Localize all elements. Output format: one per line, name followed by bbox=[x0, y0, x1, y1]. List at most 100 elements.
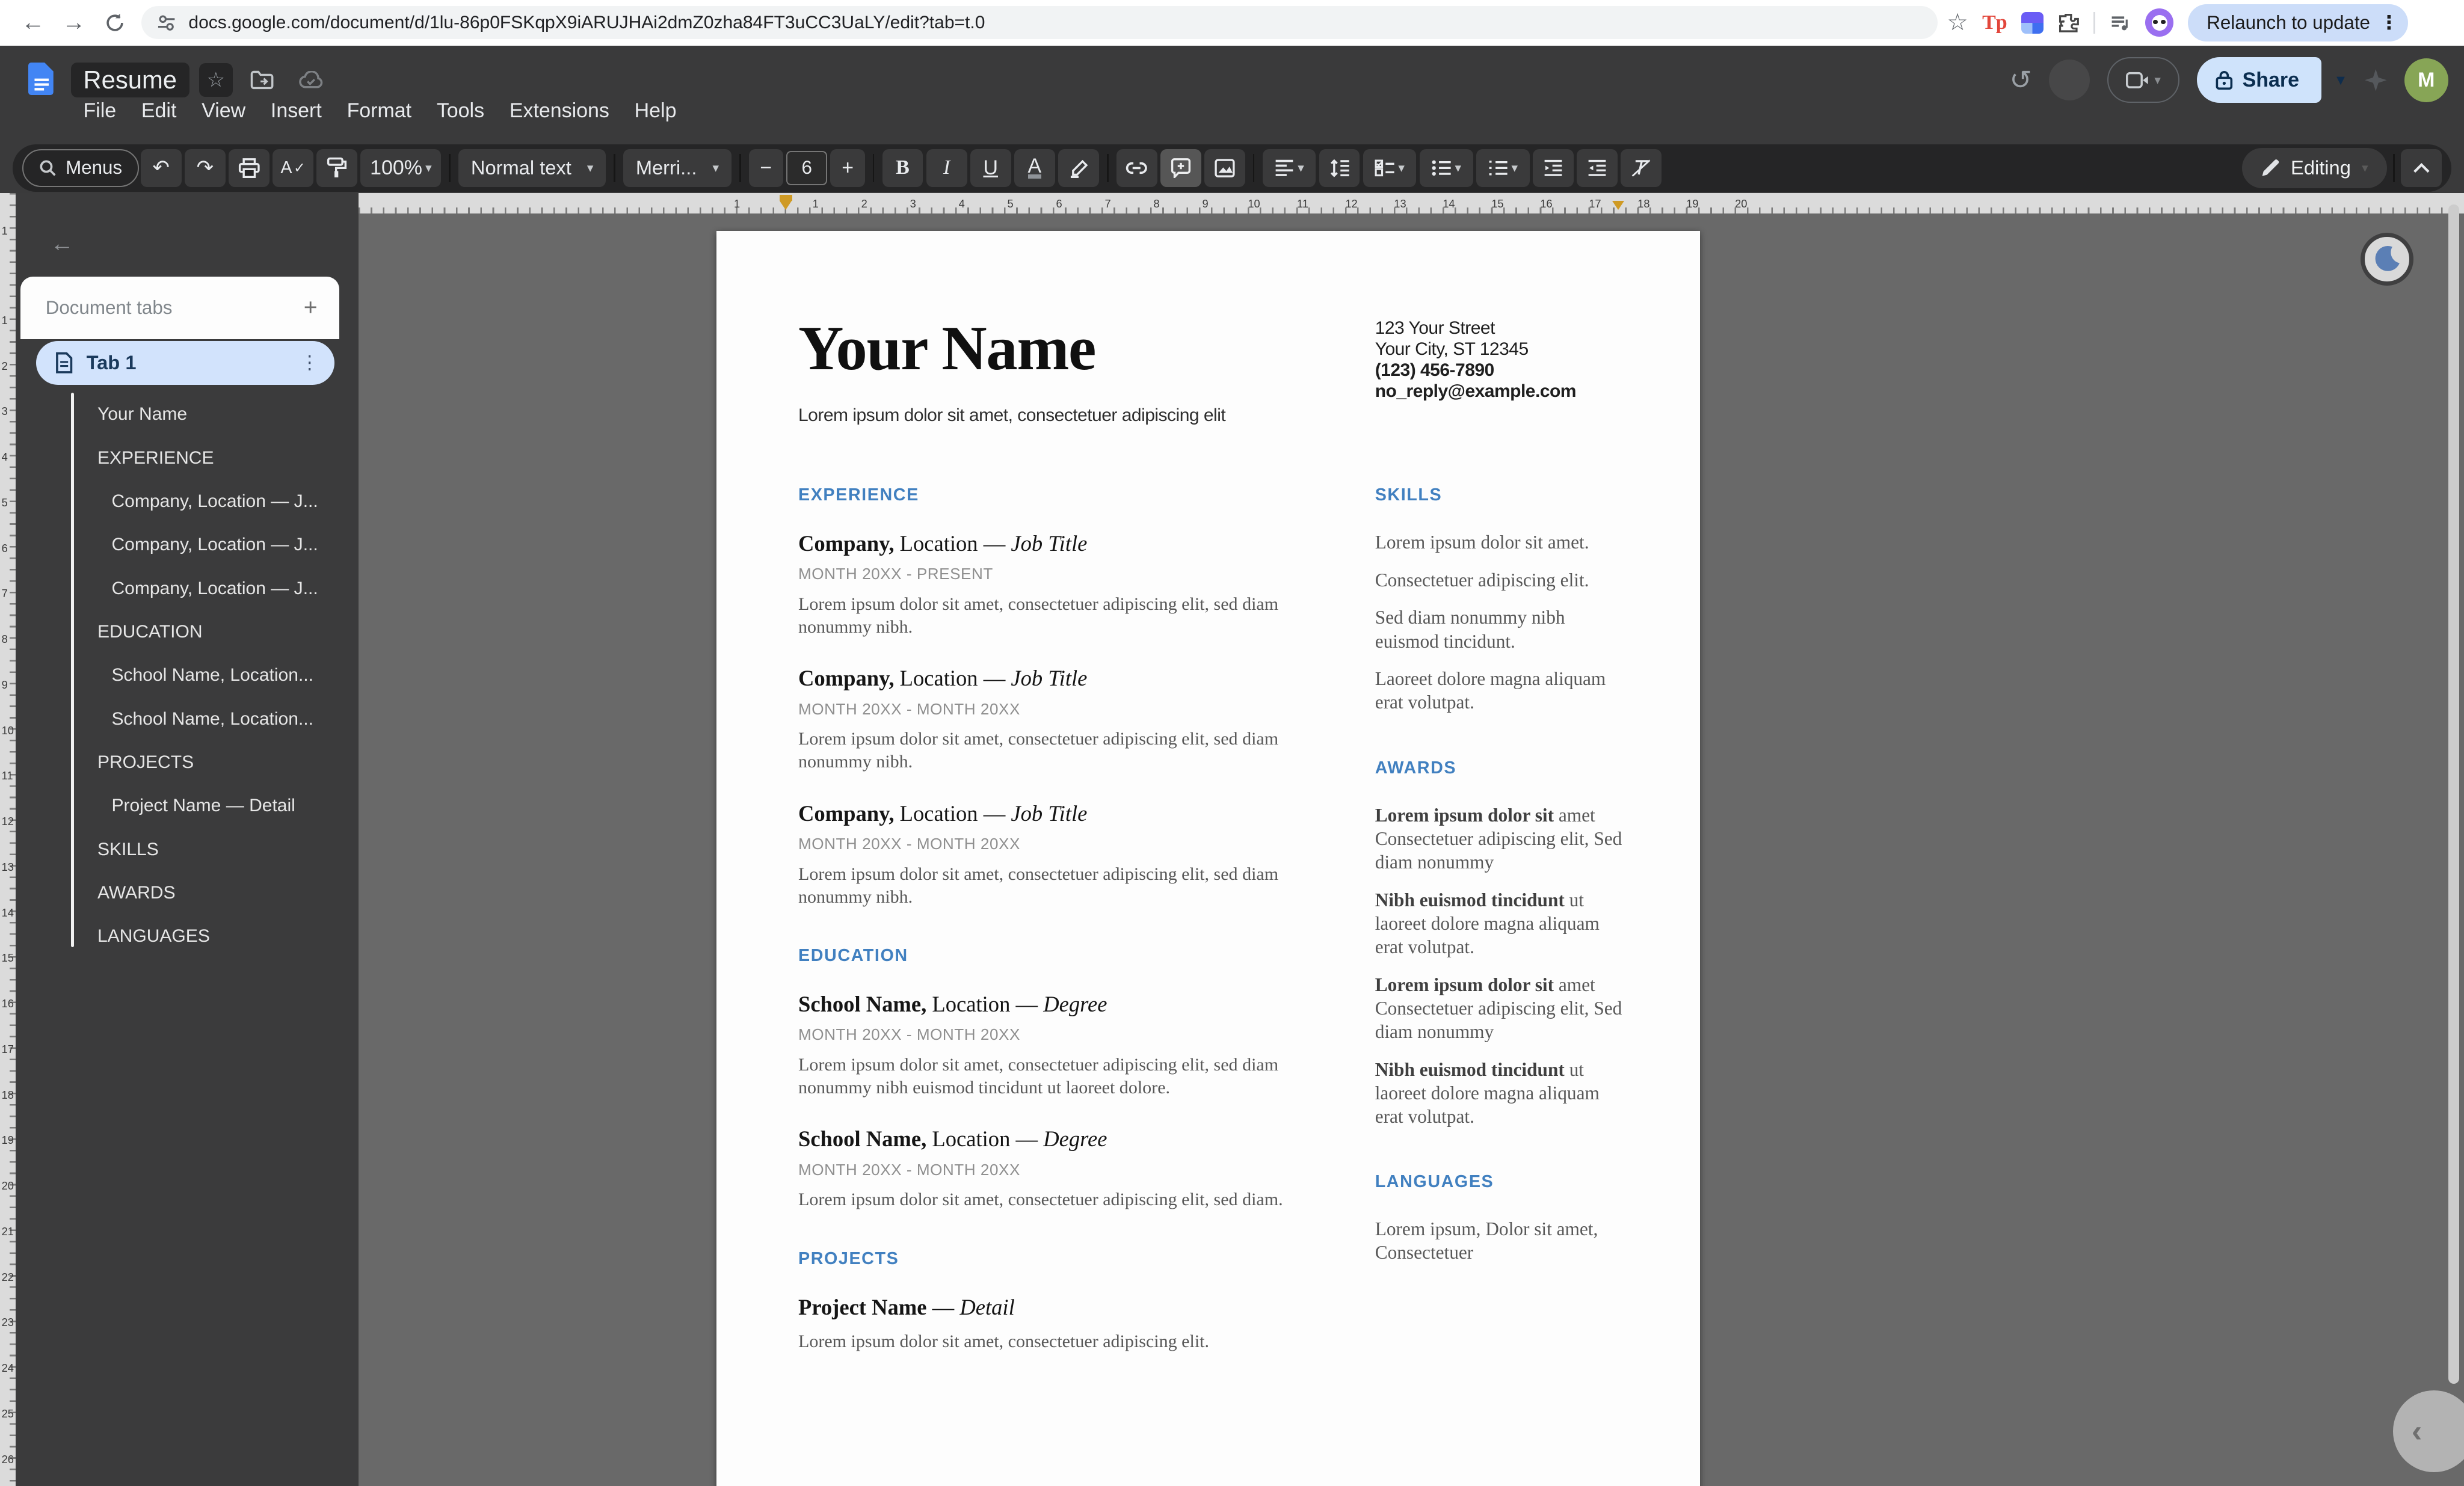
add-comment-button[interactable] bbox=[1160, 149, 1201, 187]
print-button[interactable] bbox=[229, 149, 270, 187]
document-tabs-panel-header: Document tabs + bbox=[20, 277, 339, 339]
entry-body: Lorem ipsum dolor sit amet, consectetuer… bbox=[798, 728, 1298, 773]
paragraph-style-select[interactable]: Normal text▾ bbox=[458, 149, 606, 187]
vertical-scrollbar-thumb[interactable] bbox=[2448, 204, 2459, 1384]
job-title: Job Title bbox=[1011, 801, 1087, 826]
clear-formatting-button[interactable] bbox=[1621, 149, 1662, 187]
bulleted-list-button[interactable]: ▾ bbox=[1420, 149, 1473, 187]
outline-item[interactable]: School Name, Location... bbox=[97, 654, 352, 697]
tab-1-item[interactable]: Tab 1 ⋮ bbox=[36, 341, 334, 385]
font-family-select[interactable]: Merri...▾ bbox=[623, 149, 732, 187]
menu-help[interactable]: Help bbox=[623, 96, 687, 125]
add-tab-button[interactable]: + bbox=[304, 295, 318, 321]
underline-button[interactable]: U bbox=[970, 149, 1011, 187]
increase-indent-button[interactable] bbox=[1577, 149, 1618, 187]
outline-item[interactable]: EXPERIENCE bbox=[97, 436, 352, 479]
horizontal-ruler[interactable]: 11234567891011121314151617181920 bbox=[359, 193, 2464, 213]
browser-reload-button[interactable] bbox=[94, 2, 135, 43]
star-document-icon[interactable]: ☆ bbox=[199, 63, 233, 97]
italic-button[interactable]: I bbox=[926, 149, 967, 187]
bookmark-star-icon[interactable]: ☆ bbox=[1947, 9, 1968, 36]
move-to-folder-icon[interactable] bbox=[242, 65, 282, 95]
gemini-sparkle-icon[interactable] bbox=[2365, 69, 2387, 91]
education-entry: School Name, Location — Degree MONTH 20X… bbox=[798, 991, 1298, 1099]
font-size-input[interactable]: 6 bbox=[786, 151, 827, 185]
outline-item[interactable]: School Name, Location... bbox=[97, 697, 352, 740]
text-color-button[interactable]: A bbox=[1014, 149, 1055, 187]
address-bar[interactable]: docs.google.com/document/d/1lu-86p0FSKqp… bbox=[141, 6, 1938, 39]
menu-view[interactable]: View bbox=[191, 96, 257, 125]
highlight-color-button[interactable] bbox=[1058, 149, 1099, 187]
menu-insert[interactable]: Insert bbox=[260, 96, 333, 125]
right-indent-marker[interactable] bbox=[1612, 201, 1624, 210]
decrease-font-size-button[interactable]: − bbox=[749, 149, 783, 187]
account-avatar[interactable]: M bbox=[2404, 58, 2448, 102]
dark-mode-toggle-button[interactable] bbox=[2361, 233, 2414, 286]
tp-extension-icon[interactable]: Tp bbox=[1982, 11, 2007, 34]
title-separator: — bbox=[978, 531, 1011, 556]
version-history-icon[interactable]: ↺ bbox=[2009, 65, 2031, 96]
extensions-puzzle-icon[interactable] bbox=[2057, 12, 2080, 34]
align-button[interactable]: ▾ bbox=[1263, 149, 1316, 187]
relaunch-to-update-button[interactable]: Relaunch to update ⋮ bbox=[2188, 4, 2408, 42]
share-dropdown-caret-icon[interactable]: ▼ bbox=[2333, 72, 2347, 88]
document-title[interactable]: Resume bbox=[71, 63, 189, 97]
outline-item[interactable]: Company, Location — J... bbox=[97, 523, 352, 566]
award-lead: Lorem ipsum dolor sit bbox=[1375, 805, 1554, 826]
browser-menu-kebab-icon[interactable]: ⋮ bbox=[2380, 12, 2398, 34]
entry-dates: MONTH 20XX - MONTH 20XX bbox=[798, 1161, 1298, 1179]
outline-item[interactable]: LANGUAGES bbox=[97, 915, 352, 958]
editing-mode-button[interactable]: Editing ▾ bbox=[2242, 148, 2387, 189]
browser-back-button[interactable]: ← bbox=[13, 2, 54, 43]
menu-edit[interactable]: Edit bbox=[131, 96, 188, 125]
checklist-button[interactable]: ▾ bbox=[1363, 149, 1417, 187]
profile-avatar-panda[interactable] bbox=[2145, 8, 2173, 37]
languages-heading: LANGUAGES bbox=[1375, 1172, 1627, 1192]
increase-font-size-button[interactable]: + bbox=[830, 149, 864, 187]
meet-video-call-button[interactable]: ▾ bbox=[2107, 57, 2179, 103]
comments-button[interactable] bbox=[2049, 60, 2090, 100]
outline-indicator-line bbox=[71, 393, 74, 947]
numbered-list-button[interactable]: ▾ bbox=[1476, 149, 1530, 187]
outline-item[interactable]: AWARDS bbox=[97, 871, 352, 915]
outline-item[interactable]: Company, Location — J... bbox=[97, 566, 352, 610]
share-button[interactable]: Share bbox=[2197, 57, 2321, 103]
menu-format[interactable]: Format bbox=[336, 96, 422, 125]
zoom-select[interactable]: 100%▾ bbox=[360, 149, 441, 187]
outline-item[interactable]: EDUCATION bbox=[97, 610, 352, 654]
line-spacing-button[interactable] bbox=[1319, 149, 1360, 187]
site-settings-icon[interactable] bbox=[157, 13, 176, 32]
outline-item[interactable]: SKILLS bbox=[97, 827, 352, 871]
bold-button[interactable]: B bbox=[882, 149, 923, 187]
decrease-indent-button[interactable] bbox=[1533, 149, 1574, 187]
toolbar-divider bbox=[1107, 154, 1109, 182]
menu-tools[interactable]: Tools bbox=[426, 96, 496, 125]
insert-image-button[interactable] bbox=[1204, 149, 1245, 187]
outline-item[interactable]: Company, Location — J... bbox=[97, 480, 352, 523]
playlist-extension-icon[interactable] bbox=[2109, 12, 2131, 34]
hide-menus-button[interactable] bbox=[2401, 149, 2442, 187]
redo-button[interactable]: ↷ bbox=[185, 149, 226, 187]
squares-extension-icon[interactable] bbox=[2021, 12, 2044, 34]
menu-file[interactable]: File bbox=[72, 96, 127, 125]
spellcheck-button[interactable]: A✓ bbox=[273, 149, 313, 187]
insert-link-button[interactable] bbox=[1116, 149, 1157, 187]
paint-format-button[interactable] bbox=[316, 149, 357, 187]
undo-button[interactable]: ↶ bbox=[141, 149, 182, 187]
align-caret-icon: ▾ bbox=[1298, 161, 1304, 176]
cloud-save-status-icon[interactable] bbox=[291, 66, 332, 94]
document-page[interactable]: Your Name Lorem ipsum dolor sit amet, co… bbox=[716, 231, 1700, 1486]
side-panel-expand-button[interactable]: ‹ bbox=[2393, 1390, 2464, 1472]
vertical-ruler[interactable]: 1123456789101112131415161718192021222324… bbox=[0, 193, 16, 1486]
outline-item[interactable]: Project Name — Detail bbox=[97, 784, 352, 827]
checklist-caret-icon: ▾ bbox=[1398, 161, 1404, 176]
tab-options-kebab-icon[interactable]: ⋮ bbox=[300, 352, 319, 373]
menu-extensions[interactable]: Extensions bbox=[499, 96, 621, 125]
left-indent-marker[interactable] bbox=[780, 195, 792, 210]
browser-forward-button[interactable]: → bbox=[54, 2, 94, 43]
sidebar-back-icon[interactable]: ← bbox=[51, 231, 74, 257]
outline-item[interactable]: PROJECTS bbox=[97, 741, 352, 784]
google-docs-logo-icon[interactable] bbox=[28, 63, 55, 97]
search-menus-button[interactable]: Menus bbox=[22, 149, 140, 187]
outline-item[interactable]: Your Name bbox=[97, 393, 352, 436]
